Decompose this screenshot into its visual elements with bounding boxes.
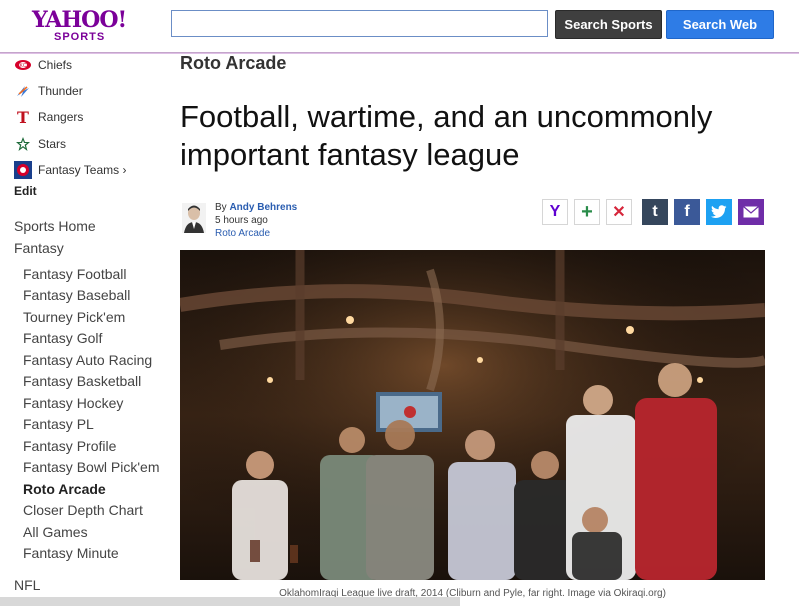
yahoo-sports-logo[interactable]: YAHOO! SPORTS (32, 7, 127, 43)
thunder-logo-icon (14, 83, 32, 99)
sidebar-team-rangers[interactable]: T Rangers (14, 107, 83, 127)
stars-logo-icon (14, 136, 32, 152)
rangers-logo-icon: T (14, 109, 32, 125)
chiefs-logo-icon: KC (14, 57, 32, 73)
article-headline: Football, wartime, and an uncommonly imp… (180, 99, 713, 172)
twitter-share-button[interactable] (706, 199, 732, 225)
article-timestamp: 5 hours ago (215, 215, 268, 226)
logo-sub-text: SPORTS (54, 31, 106, 43)
tumblr-share-button[interactable]: t (642, 199, 668, 225)
mail-share-button[interactable] (738, 199, 764, 225)
plus-icon: + (581, 200, 593, 223)
nav-tourney-pickem[interactable]: Tourney Pick'em (23, 309, 125, 325)
dismiss-button[interactable]: ✕ (606, 199, 632, 225)
nav-sports-home[interactable]: Sports Home (14, 218, 96, 234)
sidebar-team-label: Chiefs (38, 58, 73, 72)
search-web-button[interactable]: Search Web (666, 10, 774, 39)
section-title[interactable]: Roto Arcade (180, 53, 286, 74)
nav-fantasy-football[interactable]: Fantasy Football (23, 266, 127, 282)
svg-text:KC: KC (20, 63, 27, 69)
sidebar-team-label: Rangers (38, 110, 84, 124)
sidebar-fantasy-teams[interactable]: Fantasy Teams › (14, 160, 126, 180)
nav-nfl[interactable]: NFL (14, 577, 40, 593)
search-sports-button[interactable]: Search Sports (555, 10, 662, 39)
close-icon: ✕ (612, 204, 626, 221)
facebook-share-button[interactable]: f (674, 199, 700, 225)
nav-fantasy[interactable]: Fantasy (14, 240, 64, 256)
byline-by: By (215, 202, 227, 213)
nav-all-games[interactable]: All Games (23, 524, 88, 540)
yahoo-share-button[interactable]: Y (542, 199, 568, 225)
sidebar-team-label: Thunder (38, 84, 83, 98)
author-avatar[interactable] (182, 203, 206, 233)
sidebar-team-chiefs[interactable]: KC Chiefs (14, 55, 72, 75)
tumblr-icon: t (652, 203, 658, 220)
fantasy-teams-icon (14, 161, 32, 179)
nav-fantasy-auto-racing[interactable]: Fantasy Auto Racing (23, 352, 152, 368)
sidebar-team-stars[interactable]: Stars (14, 134, 66, 154)
twitter-icon (711, 205, 727, 218)
mail-icon (743, 206, 759, 218)
nav-fantasy-golf[interactable]: Fantasy Golf (23, 330, 102, 346)
nav-fantasy-basketball[interactable]: Fantasy Basketball (23, 373, 141, 389)
sidebar-team-thunder[interactable]: Thunder (14, 81, 83, 101)
nav-fantasy-bowl-pickem[interactable]: Fantasy Bowl Pick'em (23, 459, 160, 475)
yahoo-icon: Y (549, 203, 561, 220)
nav-fantasy-hockey[interactable]: Fantasy Hockey (23, 395, 123, 411)
byline-section-link[interactable]: Roto Arcade (215, 227, 297, 240)
sidebar: KC Chiefs Thunder T Rangers Stars Fantas… (0, 54, 170, 606)
nav-fantasy-baseball[interactable]: Fantasy Baseball (23, 287, 130, 303)
edit-teams-link[interactable]: Edit (14, 184, 37, 198)
nav-closer-depth-chart[interactable]: Closer Depth Chart (23, 502, 143, 518)
search-input[interactable] (171, 10, 548, 37)
header: YAHOO! SPORTS Search Sports Search Web (0, 0, 799, 53)
svg-text:T: T (17, 109, 29, 125)
nav-fantasy-pl[interactable]: Fantasy PL (23, 416, 94, 432)
sidebar-team-label: Fantasy Teams › (38, 163, 127, 177)
nav-fantasy-profile[interactable]: Fantasy Profile (23, 438, 116, 454)
facebook-icon: f (684, 203, 690, 220)
logo-main-text: YAHOO! (32, 7, 127, 33)
nav-roto-arcade[interactable]: Roto Arcade (23, 481, 106, 497)
article-photo[interactable] (178, 250, 767, 580)
add-button[interactable]: + (574, 199, 600, 225)
article-byline: By Andy Behrens 5 hours ago Roto Arcade (215, 201, 297, 240)
horizontal-scrollbar[interactable] (0, 597, 460, 606)
sidebar-team-label: Stars (38, 137, 67, 151)
nav-fantasy-minute[interactable]: Fantasy Minute (23, 545, 119, 561)
author-link[interactable]: Andy Behrens (229, 202, 297, 213)
